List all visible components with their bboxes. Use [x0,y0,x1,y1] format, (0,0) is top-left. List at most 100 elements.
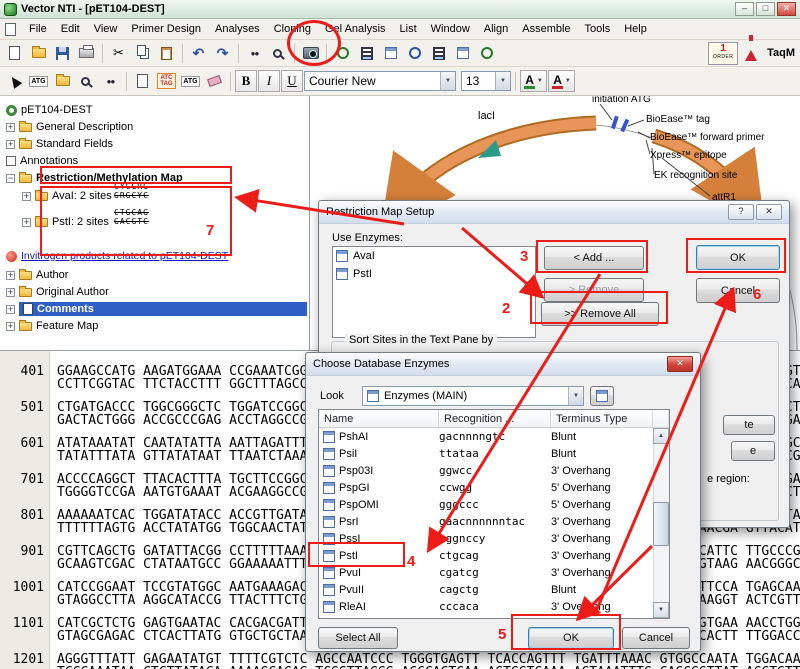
order-button[interactable]: 1 ORDER [708,41,739,65]
taqman-label[interactable]: TaqM [767,47,795,59]
tree-item-general-description[interactable]: General Description [6,119,133,135]
tree-item-molecule[interactable]: pET104-DEST [6,102,93,118]
column-terminus[interactable]: Terminus Type [551,410,653,427]
cancel-button[interactable]: Cancel [696,278,780,303]
cancel-button[interactable]: Cancel [622,627,690,649]
find-icon[interactable]: ●● [243,42,266,65]
minimize-button[interactable]: – [735,2,754,16]
help-icon[interactable] [728,204,754,220]
tree-item-feature-map[interactable]: Feature Map [6,318,98,334]
expand-icon[interactable] [6,270,15,280]
menu-analyses[interactable]: Analyses [208,20,267,38]
italic-button[interactable]: I [258,70,280,92]
column-name[interactable]: Name [319,410,439,427]
undo-icon[interactable]: ↶ [187,42,210,65]
menu-help[interactable]: Help [617,20,654,38]
camera-icon[interactable] [299,42,322,65]
translation-icon[interactable] [131,70,154,93]
close-button[interactable]: ✕ [777,2,796,16]
zoom-in-icon[interactable] [75,70,98,93]
chevron-down-icon[interactable]: ▼ [495,72,510,90]
tree-item-avai[interactable]: AvaI: 2 sites [22,188,112,204]
enzyme-row[interactable]: Psp03I ggwcc 3' Overhang [319,462,655,479]
enzyme-row[interactable]: PsrI gaacnnnnnntac 3' Overhang [319,513,655,530]
highlight-color-button[interactable]: A ▼ [548,70,575,92]
orf-atg-icon[interactable]: ATG [27,70,50,93]
expand-icon[interactable] [6,321,15,331]
column-recognition[interactable]: Recognition ... [439,410,551,427]
eraser-icon[interactable] [203,70,226,93]
enzyme-row[interactable]: PspGI ccwgg 5' Overhang [319,479,655,496]
print-icon[interactable] [75,42,98,65]
text-color-button[interactable]: A ▼ [520,70,547,92]
menu-cloning[interactable]: Cloning [267,20,318,38]
close-icon[interactable] [667,356,693,372]
tree-item-comments[interactable]: Comments [6,301,307,317]
redo-icon[interactable]: ↷ [211,42,234,65]
new-document-icon[interactable] [3,42,26,65]
expand-icon[interactable] [6,304,15,314]
enzyme-row[interactable]: PsiI ttataa Blunt [319,445,655,462]
atc-tag-icon[interactable]: ATC TAG [155,70,178,93]
copy-icon[interactable] [131,42,154,65]
tree-item-restriction-map[interactable]: Restriction/Methylation Map [6,170,183,186]
dialog-titlebar[interactable]: Restriction Map Setup [319,201,789,224]
ok-button[interactable]: OK [696,245,780,270]
tree-item-author[interactable]: Author [6,267,68,283]
analysis-icon[interactable] [427,42,450,65]
enzyme-row[interactable]: PspOMI gggccc 5' Overhang [319,496,655,513]
tree-item-original-author[interactable]: Original Author [6,284,109,300]
tree-item-standard-fields[interactable]: Standard Fields [6,136,113,152]
tree-item-psti[interactable]: PstI: 2 sites [22,214,109,230]
paste-icon[interactable] [155,42,178,65]
enzyme-row[interactable]: RleAI cccaca 3' Overhang [319,598,655,615]
menu-assemble[interactable]: Assemble [515,20,577,38]
search-sequence-icon[interactable]: ●● [99,70,122,93]
table-header[interactable]: Name Recognition ... Terminus Type [319,410,669,428]
database-icon[interactable] [403,42,426,65]
bold-button[interactable]: B [235,70,257,92]
tree-item-annotations[interactable]: Annotations [6,153,78,169]
document-window-icon[interactable] [5,22,16,36]
ok-button[interactable]: OK [528,627,614,649]
chevron-down-icon[interactable]: ▼ [568,387,583,405]
enzyme-table-icon[interactable] [379,42,402,65]
database-properties-button[interactable] [590,386,614,406]
menu-file[interactable]: File [22,20,54,38]
expand-icon[interactable] [22,191,31,201]
enzyme-list-item[interactable]: PstI [333,265,535,283]
menu-align[interactable]: Align [477,20,515,38]
remove-button[interactable]: > Remove [544,278,644,302]
invitrogen-link-label[interactable]: Invitrogen products related to pET104-DE… [21,250,228,262]
truncated-button[interactable]: te [723,415,775,435]
tree-item-invitrogen-link[interactable]: Invitrogen products related to pET104-DE… [6,248,228,264]
underline-button[interactable]: U [281,70,303,92]
font-family-combo[interactable]: Courier New ▼ [304,71,456,91]
enzyme-row[interactable]: PvuII cagctg Blunt [319,581,655,598]
open-map-icon[interactable] [51,70,74,93]
align-icon[interactable] [451,42,474,65]
atg-codon-icon[interactable]: ATG [179,70,202,93]
expand-icon[interactable] [6,287,15,297]
look-combo[interactable]: Enzymes (MAIN) ▼ [362,386,584,406]
menu-edit[interactable]: Edit [54,20,87,38]
enzyme-list-item[interactable]: AvaI [333,247,535,265]
gel-icon[interactable] [355,42,378,65]
flask-icon[interactable] [739,34,762,65]
enzyme-row[interactable]: PshAI gacnnnngtc Blunt [319,428,655,445]
plasmid-map-icon[interactable] [331,42,354,65]
enzyme-table[interactable]: Name Recognition ... Terminus Type PshAI… [318,409,670,619]
menu-list[interactable]: List [393,20,424,38]
collapse-icon[interactable] [6,173,15,183]
menu-primer-design[interactable]: Primer Design [124,20,208,38]
expand-icon[interactable] [6,122,15,132]
scroll-down-icon[interactable]: ▼ [653,602,669,618]
use-enzymes-list[interactable]: AvaI PstI [332,246,536,338]
scroll-up-icon[interactable]: ▲ [653,428,669,444]
chevron-down-icon[interactable]: ▼ [440,72,455,90]
primer-icon[interactable] [475,42,498,65]
menu-view[interactable]: View [87,20,125,38]
enzyme-row-psti[interactable]: PstI ctgcag 3' Overhang [319,547,655,564]
open-icon[interactable] [27,42,50,65]
remove-all-button[interactable]: >> Remove All [541,302,659,326]
